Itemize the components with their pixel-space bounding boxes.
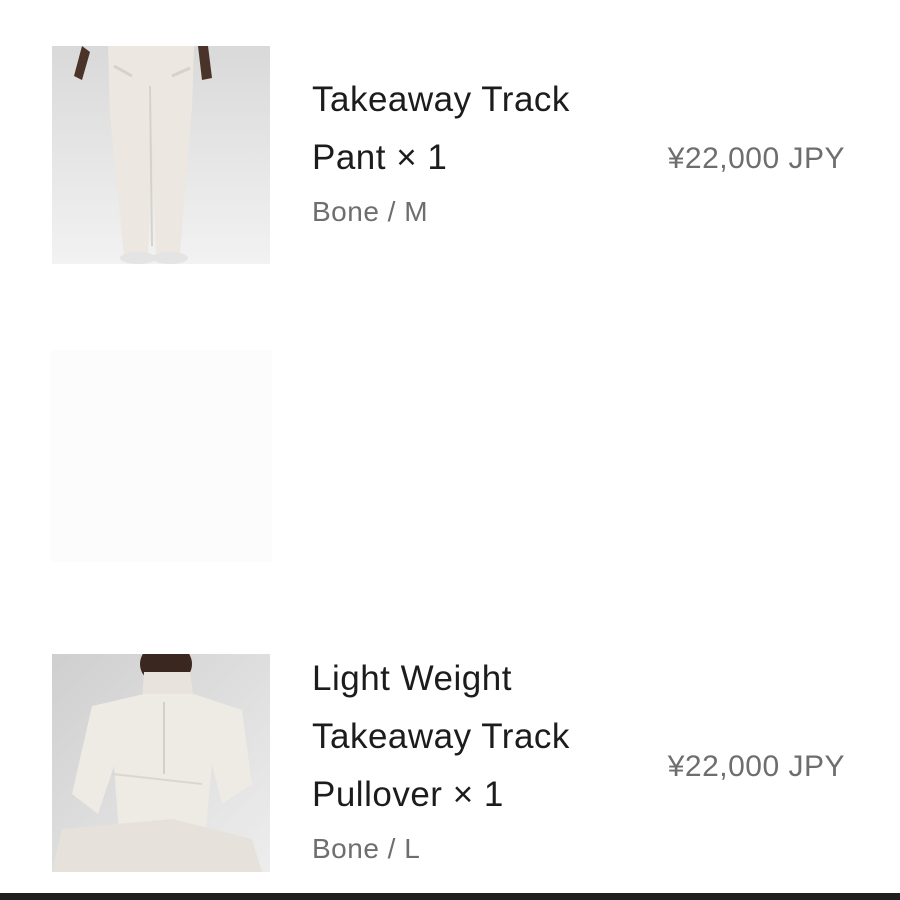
product-image[interactable] (52, 654, 270, 872)
quantity-label: × 1 (452, 775, 504, 814)
product-title-line: Light Weight (312, 659, 512, 698)
product-title-text: Pant (312, 138, 386, 177)
cart-item-list: Takeaway Track Pant × 1 Bone / M ¥22,000… (0, 0, 900, 900)
product-title-line: Pant × 1 (312, 129, 612, 187)
quantity-label: × 1 (396, 138, 448, 177)
price-label: ¥22,000 JPY (667, 142, 845, 175)
track-pullover-photo-icon (52, 654, 270, 872)
product-title-line: Takeaway Track (312, 80, 570, 119)
variant-label: Bone / M (312, 196, 429, 227)
variant-label: Bone / L (312, 833, 421, 864)
price-label: ¥22,000 JPY (667, 750, 845, 783)
product-title[interactable]: Takeaway Track Pant × 1 (312, 71, 612, 187)
product-title-text: Pullover (312, 775, 443, 814)
bottom-edge-bar (0, 893, 900, 900)
product-title[interactable]: Light Weight Takeaway Track Pullover × 1 (312, 650, 612, 824)
track-pant-photo-icon (52, 46, 270, 264)
image-placeholder (50, 350, 272, 562)
product-title-line: Takeaway Track (312, 717, 570, 756)
product-image[interactable] (52, 46, 270, 264)
product-title-line: Pullover × 1 (312, 766, 612, 824)
